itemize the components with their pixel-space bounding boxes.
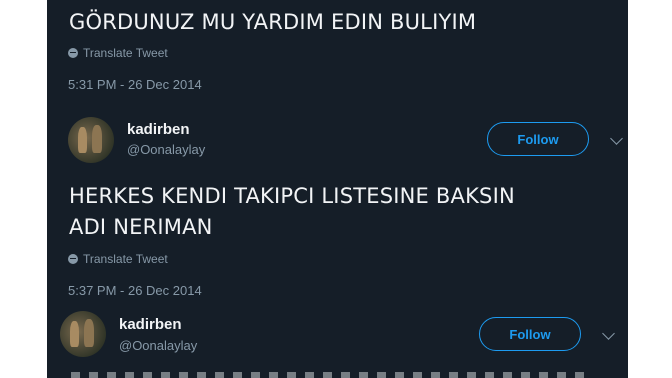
truncated-tweet-text [71, 372, 591, 378]
translate-tweet-link[interactable]: Translate Tweet [68, 46, 168, 60]
tweet-timestamp[interactable]: 5:31 PM - 26 Dec 2014 [68, 77, 202, 92]
follow-button[interactable]: Follow [487, 122, 589, 156]
globe-icon [68, 254, 78, 264]
globe-icon [68, 48, 78, 58]
chevron-down-icon[interactable] [602, 327, 615, 340]
translate-tweet-label: Translate Tweet [83, 46, 168, 60]
translate-tweet-label: Translate Tweet [83, 252, 168, 266]
user-handle[interactable]: @Oonalaylay [127, 142, 205, 157]
tweet-text-line-1: HERKES KENDI TAKIPCI LISTESINE BAKSIN [69, 184, 515, 208]
tweet-text: GÖRDUNUZ MU YARDIM EDIN BULIYIM [69, 10, 477, 34]
tweet-timestamp[interactable]: 5:37 PM - 26 Dec 2014 [68, 283, 202, 298]
follow-button[interactable]: Follow [479, 317, 581, 351]
chevron-down-icon[interactable] [610, 132, 623, 145]
translate-tweet-link[interactable]: Translate Tweet [68, 252, 168, 266]
user-handle[interactable]: @Oonalaylay [119, 338, 197, 353]
username[interactable]: kadirben [127, 121, 190, 138]
username[interactable]: kadirben [119, 316, 182, 333]
avatar[interactable] [68, 117, 114, 163]
avatar[interactable] [60, 311, 106, 357]
tweet-thread-panel: GÖRDUNUZ MU YARDIM EDIN BULIYIM Translat… [47, 0, 628, 378]
tweet-text-line-2: ADI NERIMAN [69, 215, 213, 239]
